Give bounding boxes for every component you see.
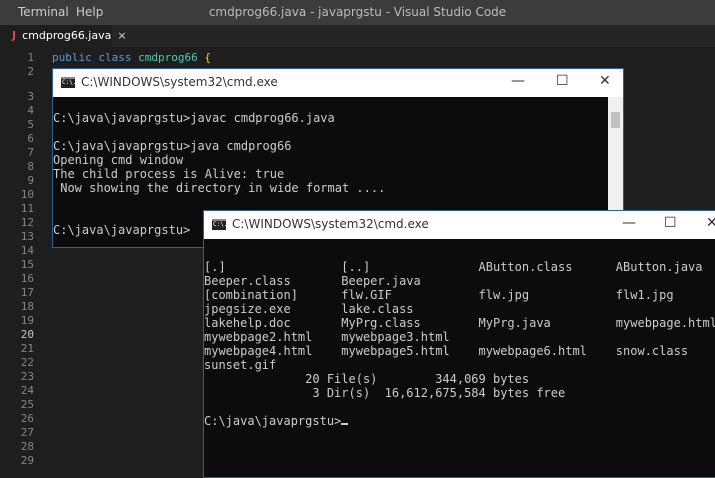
minimize-button[interactable]: — — [622, 215, 636, 231]
console-prompt[interactable]: C:\java\javaprgstu> — [204, 414, 715, 428]
console-line: Beeper.class Beeper.java — [204, 274, 421, 288]
line-number: 8 — [27, 160, 34, 173]
line-number: 3 — [27, 90, 34, 103]
console-line: mywebpage2.html mywebpage3.html — [204, 330, 450, 344]
cmd-title: C:\WINDOWS\system32\cmd.exe — [232, 217, 429, 231]
line-number: 21 — [20, 342, 34, 355]
cmd-icon: C:\. — [61, 77, 77, 88]
maximize-button[interactable]: ☐ — [556, 73, 569, 89]
title-bar[interactable]: C:\. C:\WINDOWS\system32\cmd.exe — ☐ ✕ — [53, 69, 623, 97]
close-button[interactable]: ✕ — [599, 73, 611, 89]
tab-label: cmdprog66.java — [22, 29, 112, 42]
keyword: public — [52, 51, 92, 64]
line-number: 13 — [20, 230, 34, 243]
line-number: 20 — [20, 328, 34, 341]
menubar: cmdprog66.java - javaprgstu - Visual Stu… — [0, 0, 715, 25]
line-number: 19 — [20, 314, 34, 327]
line-number: 14 — [20, 244, 34, 257]
class-name: cmdprog66 — [138, 51, 198, 64]
line-number: 2 — [27, 65, 34, 78]
line-number: 22 — [20, 356, 34, 369]
minimize-button[interactable]: — — [511, 73, 525, 89]
maximize-button[interactable]: ☐ — [664, 215, 677, 231]
cmd-title: C:\WINDOWS\system32\cmd.exe — [81, 75, 278, 89]
java-file-icon: J — [12, 29, 17, 42]
keyword: class — [98, 51, 132, 64]
cmd-icon: C:\. — [212, 219, 228, 230]
console-line: mywebpage4.html mywebpage5.html mywebpag… — [204, 344, 689, 358]
line-number: 6 — [27, 132, 34, 145]
tab-bar: Jcmdprog66.java × — [0, 25, 715, 47]
cmd-window-2[interactable]: C:\. C:\WINDOWS\system32\cmd.exe — ☐ ✕ [… — [203, 210, 715, 478]
console-line: 20 File(s) 344,069 bytes — [204, 372, 530, 386]
line-number: 16 — [20, 272, 34, 285]
line-number: 28 — [20, 440, 34, 453]
line-number: 24 — [20, 384, 34, 397]
title-bar[interactable]: C:\. C:\WINDOWS\system32\cmd.exe — ☐ ✕ — [204, 211, 715, 239]
line-number: 25 — [20, 398, 34, 411]
line-number: 12 — [20, 216, 34, 229]
scrollbar-thumb[interactable] — [611, 112, 620, 128]
console-line: jpegsize.exe lake.class — [204, 302, 414, 316]
line-number: 18 — [20, 300, 34, 313]
line-number: 5 — [27, 118, 34, 131]
line-number: 15 — [20, 258, 34, 271]
tab-cmdprog66[interactable]: Jcmdprog66.java × — [0, 25, 127, 47]
line-number: 27 — [20, 426, 34, 439]
line-number: 26 — [20, 412, 34, 425]
console-line: C:\java\javaprgstu>java cmdprog66 — [53, 139, 292, 153]
close-tab-icon[interactable]: × — [117, 29, 126, 42]
text-cursor — [341, 423, 349, 425]
line-number: 1 — [27, 51, 34, 64]
line-number: 29 — [20, 454, 34, 467]
console-line: [combination] flw.GIF flw.jpg flw1.jpg — [204, 288, 674, 302]
line-number: 10 — [20, 188, 34, 201]
brace: { — [204, 51, 211, 64]
console-line: [.] [..] AButton.class AButton.java — [204, 260, 703, 274]
console-output: [.] [..] AButton.class AButton.java Beepe… — [204, 246, 715, 428]
line-number: 7 — [27, 146, 34, 159]
line-number-gutter: 1 2 3 4 5 6 7 8 9 10 11 12 13 14 15 16 17 18 19 20 21 22 23 24 2… — [0, 47, 45, 476]
console-line: lakehelp.doc MyPrg.class MyPrg.java mywe… — [204, 316, 715, 330]
console-line: sunset.gif — [204, 358, 277, 372]
menu-help[interactable]: Help — [76, 5, 103, 19]
line-number: 17 — [20, 286, 34, 299]
close-button[interactable]: ✕ — [706, 215, 715, 231]
line-number: 23 — [20, 370, 34, 383]
line-number: 9 — [27, 174, 34, 187]
menu-terminal[interactable]: Terminal — [18, 5, 69, 19]
line-number: 4 — [27, 104, 34, 117]
console-line: 3 Dir(s) 16,612,675,584 bytes free — [204, 386, 566, 400]
console-line: Now showing the directory in wide format… — [53, 181, 386, 195]
window-title: cmdprog66.java - javaprgstu - Visual Stu… — [208, 5, 507, 19]
code-line-1[interactable]: public class cmdprog66 { — [52, 51, 211, 64]
prompt-text: C:\java\javaprgstu> — [204, 414, 342, 428]
console-line: The child process is Alive: true — [53, 167, 285, 181]
console-line: C:\java\javaprgstu>javac cmdprog66.java — [53, 111, 335, 125]
console-line: Opening cmd window — [53, 153, 184, 167]
line-number: 11 — [20, 202, 34, 215]
